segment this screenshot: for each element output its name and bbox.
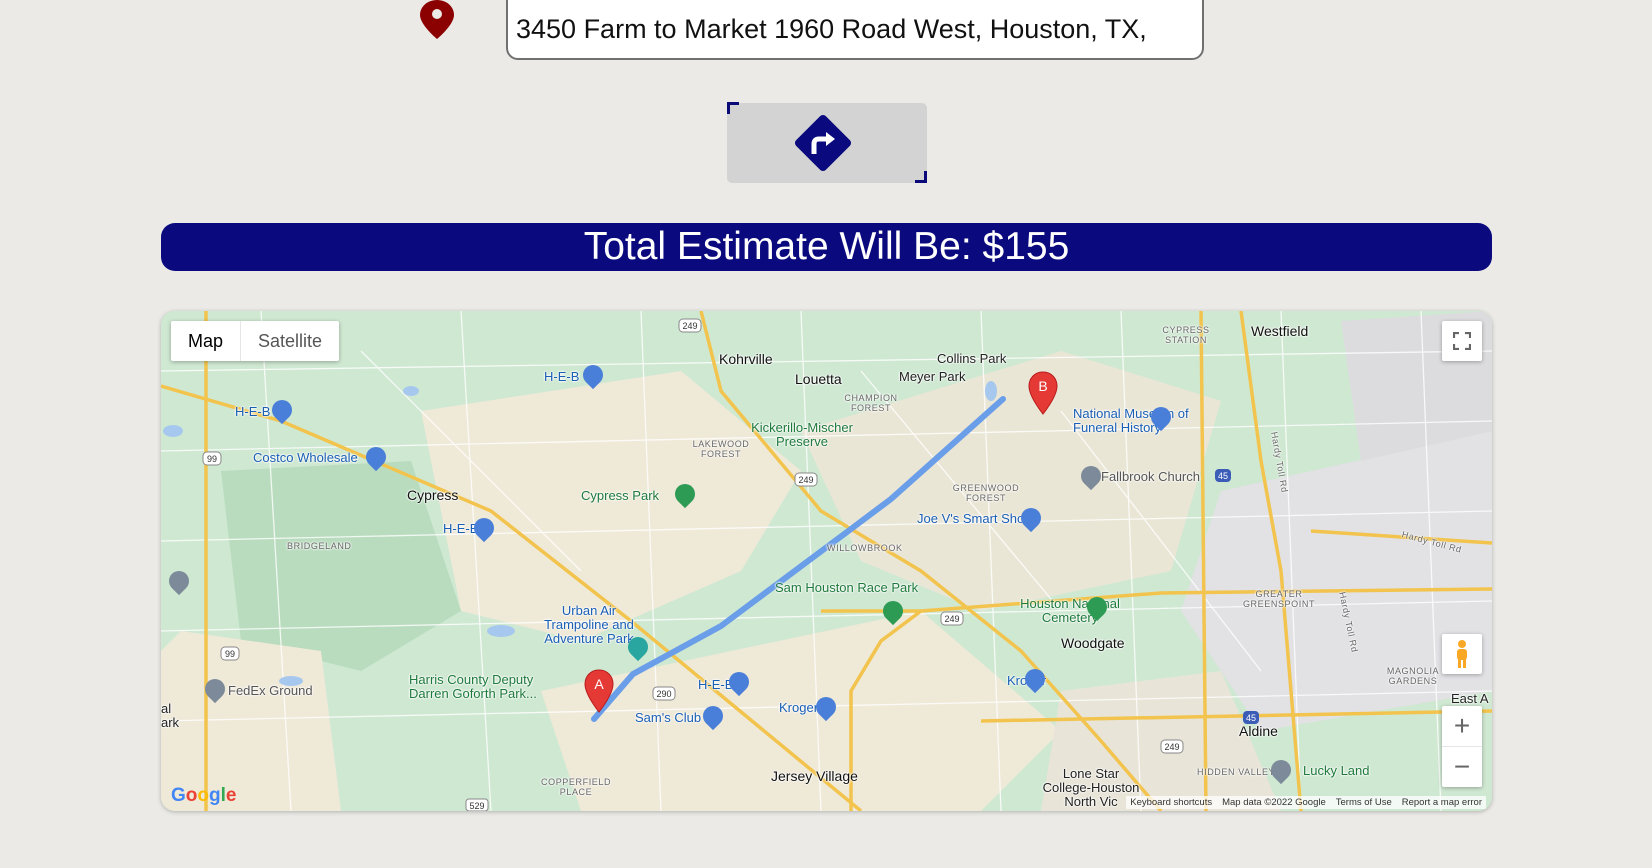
map-marker-icon: [420, 0, 454, 39]
svg-text:249: 249: [1164, 742, 1179, 752]
focus-indicator: [915, 171, 927, 183]
place-label: Westfield: [1251, 323, 1309, 339]
map-footer: Keyboard shortcuts Map data ©2022 Google…: [1126, 796, 1486, 809]
place-label: Kickerillo-Mischer Preserve: [751, 420, 853, 449]
place-label: CHAMPION FOREST: [844, 393, 898, 413]
place-label: Sam Houston Race Park: [775, 580, 919, 595]
total-estimate-banner: Total Estimate Will Be: $155: [161, 223, 1492, 271]
svg-text:249: 249: [944, 614, 959, 624]
place-label: WILLOWBROOK: [827, 543, 903, 553]
turn-right-sign-icon: [794, 114, 852, 172]
svg-text:99: 99: [225, 649, 235, 659]
address-input[interactable]: [506, 0, 1204, 60]
place-label: Joe V's Smart Shop: [917, 511, 1032, 526]
pegman-icon: [1457, 640, 1467, 668]
place-label: FedEx Ground: [228, 683, 313, 698]
place-label: GREENWOOD FOREST: [952, 483, 1020, 503]
svg-text:249: 249: [682, 321, 697, 331]
place-label: Cypress: [407, 487, 459, 503]
place-label: ark: [161, 715, 180, 730]
place-label: COPPERFIELD PLACE: [541, 777, 612, 797]
keyboard-shortcuts-link[interactable]: Keyboard shortcuts: [1130, 797, 1212, 808]
place-label: H-E-B: [235, 404, 271, 419]
svg-text:249: 249: [798, 475, 813, 485]
place-label: Houston National Cemetery: [1020, 596, 1120, 625]
place-label: Kroger: [779, 700, 819, 715]
map-data-attribution: Map data ©2022 Google: [1222, 797, 1326, 808]
svg-text:45: 45: [1246, 713, 1256, 723]
place-label: BRIDGELAND: [287, 541, 352, 551]
place-label: East A: [1451, 691, 1489, 706]
place-label: H-E-B: [544, 369, 580, 384]
fullscreen-icon: [1453, 332, 1471, 350]
map-type-map-button[interactable]: Map: [171, 321, 242, 361]
street-view-pegman-button[interactable]: [1442, 634, 1482, 674]
place-label: Collins Park: [937, 351, 1007, 366]
zoom-control: + −: [1442, 706, 1482, 787]
place-label: Costco Wholesale: [253, 450, 358, 465]
place-label: Fallbrook Church: [1101, 469, 1200, 484]
place-label: HIDDEN VALLEY: [1197, 767, 1276, 777]
place-label: LAKEWOOD FOREST: [692, 439, 750, 459]
fullscreen-button[interactable]: [1442, 321, 1482, 361]
route-end-marker[interactable]: B: [1027, 371, 1059, 415]
place-label: Lucky Land: [1303, 763, 1370, 778]
place-label: Harris County Deputy Darren Goforth Park…: [409, 672, 537, 701]
map-type-control: Map Satellite: [171, 321, 340, 361]
report-map-error-link[interactable]: Report a map error: [1402, 797, 1482, 808]
place-label: Cypress Park: [581, 488, 660, 503]
svg-text:290: 290: [656, 689, 671, 699]
highway-shield: 249: [678, 318, 702, 333]
svg-text:529: 529: [469, 801, 484, 811]
svg-text:B: B: [1038, 378, 1047, 394]
place-label: Meyer Park: [899, 369, 966, 384]
focus-indicator: [727, 102, 739, 114]
svg-text:99: 99: [207, 454, 217, 464]
zoom-in-button[interactable]: +: [1442, 706, 1482, 747]
place-label: Jersey Village: [771, 768, 858, 784]
place-label: Sam's Club: [635, 710, 702, 725]
place-label: Louetta: [795, 371, 842, 387]
place-label: GREATER GREENSPOINT: [1242, 589, 1316, 609]
place-label: Kohrville: [719, 351, 773, 367]
place-label: al: [161, 701, 172, 716]
route-map[interactable]: 249 249 249 249 99 99 290 45 45 529 Map …: [161, 311, 1492, 811]
terms-of-use-link[interactable]: Terms of Use: [1336, 797, 1392, 808]
place-label: MAGNOLIA GARDENS: [1386, 666, 1440, 686]
svg-text:A: A: [594, 676, 604, 692]
zoom-out-button[interactable]: −: [1442, 747, 1482, 787]
place-label: National Museum of Funeral History: [1073, 406, 1189, 435]
place-label: Woodgate: [1061, 635, 1125, 651]
place-label: Aldine: [1239, 723, 1278, 739]
google-logo[interactable]: Google: [171, 785, 236, 807]
place-label: CYPRESS STATION: [1162, 325, 1210, 345]
map-type-satellite-button[interactable]: Satellite: [241, 321, 339, 361]
route-start-marker[interactable]: A: [583, 669, 615, 713]
svg-text:45: 45: [1218, 471, 1228, 481]
